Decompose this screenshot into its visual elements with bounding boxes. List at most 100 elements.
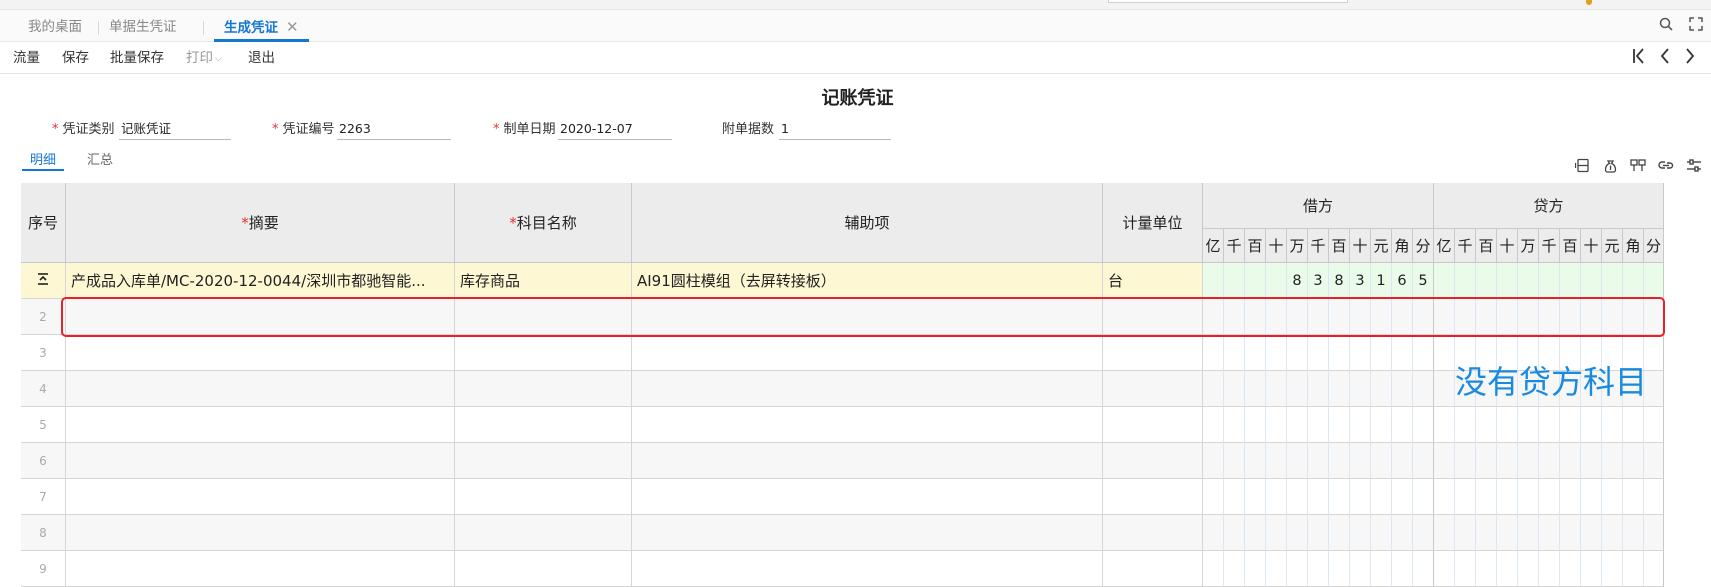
credit-digit-cell[interactable] <box>1539 407 1560 443</box>
credit-digit-cell[interactable] <box>1476 551 1497 587</box>
credit-digit-cell[interactable] <box>1434 479 1455 515</box>
tab-my-desktop[interactable]: 我的桌面 <box>28 10 82 42</box>
debit-digit-cell[interactable] <box>1287 371 1308 407</box>
debit-digit-cell[interactable]: 8 <box>1287 263 1308 299</box>
unit-cell[interactable] <box>1103 515 1203 551</box>
debit-digit-cell[interactable] <box>1287 407 1308 443</box>
credit-digit-cell[interactable] <box>1518 551 1539 587</box>
debit-digit-cell[interactable] <box>1371 335 1392 371</box>
debit-digit-cell[interactable] <box>1392 443 1413 479</box>
debit-digit-cell[interactable] <box>1350 551 1371 587</box>
insert-row-icon[interactable] <box>1572 158 1592 178</box>
debit-digit-cell[interactable] <box>1413 479 1434 515</box>
debit-digit-cell[interactable] <box>1266 515 1287 551</box>
credit-digit-cell[interactable] <box>1455 443 1476 479</box>
debit-digit-cell[interactable] <box>1350 515 1371 551</box>
first-page-icon[interactable] <box>1632 47 1646 71</box>
credit-digit-cell[interactable] <box>1581 443 1602 479</box>
unit-cell[interactable] <box>1103 479 1203 515</box>
debit-digit-cell[interactable] <box>1203 443 1224 479</box>
credit-digit-cell[interactable] <box>1497 515 1518 551</box>
debit-digit-cell[interactable]: 8 <box>1329 263 1350 299</box>
account-cell[interactable] <box>455 479 632 515</box>
debit-digit-cell[interactable]: 3 <box>1350 263 1371 299</box>
credit-digit-cell[interactable] <box>1455 515 1476 551</box>
credit-digit-cell[interactable] <box>1560 551 1581 587</box>
debit-digit-cell[interactable] <box>1371 407 1392 443</box>
debit-digit-cell[interactable] <box>1308 515 1329 551</box>
debit-digit-cell[interactable] <box>1224 263 1245 299</box>
address-bar[interactable] <box>1108 0 1348 3</box>
voucher-type-input[interactable]: 记账凭证 <box>119 118 231 140</box>
debit-digit-cell[interactable] <box>1224 443 1245 479</box>
debit-digit-cell[interactable] <box>1245 515 1266 551</box>
debit-digit-cell[interactable] <box>1413 443 1434 479</box>
debit-digit-cell[interactable] <box>1287 443 1308 479</box>
credit-digit-cell[interactable] <box>1560 479 1581 515</box>
table-row[interactable]: 7 <box>21 479 1664 515</box>
debit-digit-cell[interactable] <box>1350 407 1371 443</box>
debit-digit-cell[interactable] <box>1245 443 1266 479</box>
summary-cell[interactable] <box>66 371 455 407</box>
debit-digit-cell[interactable] <box>1203 479 1224 515</box>
debit-digit-cell[interactable] <box>1392 335 1413 371</box>
debit-digit-cell[interactable] <box>1203 371 1224 407</box>
unit-cell[interactable] <box>1103 551 1203 587</box>
credit-digit-cell[interactable] <box>1539 479 1560 515</box>
credit-digit-cell[interactable] <box>1497 443 1518 479</box>
debit-digit-cell[interactable] <box>1308 371 1329 407</box>
row-handle-icon[interactable] <box>36 264 50 299</box>
tab-detail[interactable]: 明细 <box>22 149 65 171</box>
credit-digit-cell[interactable] <box>1581 551 1602 587</box>
credit-digit-cell[interactable] <box>1539 551 1560 587</box>
debit-digit-cell[interactable] <box>1350 443 1371 479</box>
summary-cell[interactable] <box>66 515 455 551</box>
summary-cell[interactable] <box>66 551 455 587</box>
debit-digit-cell[interactable] <box>1245 407 1266 443</box>
debit-digit-cell[interactable] <box>1266 551 1287 587</box>
exit-button[interactable]: 退出 <box>248 42 275 74</box>
debit-digit-cell[interactable] <box>1287 515 1308 551</box>
debit-digit-cell[interactable] <box>1266 371 1287 407</box>
debit-digit-cell[interactable] <box>1203 407 1224 443</box>
debit-digit-cell[interactable] <box>1413 371 1434 407</box>
auxiliary-cell[interactable]: AI91圆柱模组（去屏转接板） <box>632 263 1103 299</box>
seq-cell[interactable]: 9 <box>21 551 66 587</box>
credit-digit-cell[interactable] <box>1434 443 1455 479</box>
debit-digit-cell[interactable] <box>1308 335 1329 371</box>
credit-digit-cell[interactable] <box>1455 263 1476 299</box>
credit-digit-cell[interactable] <box>1476 263 1497 299</box>
credit-digit-cell[interactable] <box>1644 407 1664 443</box>
debit-digit-cell[interactable] <box>1413 551 1434 587</box>
tab-generate-voucher[interactable]: 生成凭证 ✕ <box>214 10 309 42</box>
credit-digit-cell[interactable] <box>1623 479 1644 515</box>
table-row[interactable]: 6 <box>21 443 1664 479</box>
credit-digit-cell[interactable] <box>1560 263 1581 299</box>
settings-icon[interactable] <box>1684 158 1704 178</box>
seq-cell[interactable]: 4 <box>21 371 66 407</box>
debit-digit-cell[interactable] <box>1245 371 1266 407</box>
voucher-number-input[interactable]: 2263 <box>337 118 451 140</box>
credit-digit-cell[interactable] <box>1560 515 1581 551</box>
table-row[interactable]: 8 <box>21 515 1664 551</box>
debit-digit-cell[interactable] <box>1224 551 1245 587</box>
debit-digit-cell[interactable] <box>1392 407 1413 443</box>
debit-digit-cell[interactable] <box>1308 407 1329 443</box>
unit-cell[interactable] <box>1103 371 1203 407</box>
credit-digit-cell[interactable] <box>1497 479 1518 515</box>
batch-save-button[interactable]: 批量保存 <box>110 42 164 74</box>
credit-digit-cell[interactable] <box>1434 263 1455 299</box>
credit-digit-cell[interactable] <box>1644 479 1664 515</box>
debit-digit-cell[interactable] <box>1329 335 1350 371</box>
debit-digit-cell[interactable] <box>1266 443 1287 479</box>
debit-digit-cell[interactable] <box>1287 335 1308 371</box>
link-icon[interactable] <box>1656 158 1676 178</box>
credit-digit-cell[interactable] <box>1539 443 1560 479</box>
credit-digit-cell[interactable] <box>1476 443 1497 479</box>
auxiliary-cell[interactable] <box>632 479 1103 515</box>
summary-cell[interactable]: 产成品入库单/MC-2020-12-0044/深圳市都驰智能... <box>66 263 455 299</box>
debit-digit-cell[interactable] <box>1350 371 1371 407</box>
credit-digit-cell[interactable] <box>1602 551 1623 587</box>
credit-digit-cell[interactable] <box>1623 443 1644 479</box>
debit-digit-cell[interactable] <box>1203 551 1224 587</box>
